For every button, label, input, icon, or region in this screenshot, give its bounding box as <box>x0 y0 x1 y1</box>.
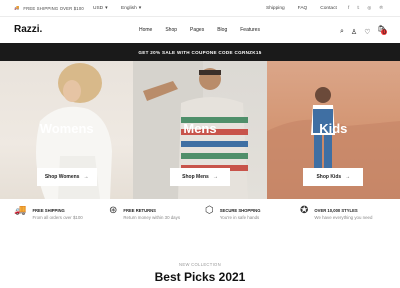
shipping-link[interactable]: Shipping <box>266 6 285 11</box>
category-banners: Womens Shop Womens → Mens Shop Mens → Ki… <box>0 61 400 199</box>
nav-home[interactable]: Home <box>139 27 152 33</box>
shop-mens-label: Shop Mens <box>182 174 209 180</box>
banner-mens-title: Mens <box>183 121 217 136</box>
feature-styles: ✪ OVER 10,000 STYLES We have everything … <box>300 205 372 220</box>
arrow-right-icon: → <box>212 174 218 180</box>
shop-womens-label: Shop Womens <box>44 174 80 180</box>
banner-kids[interactable]: Kids Shop Kids → <box>266 61 400 199</box>
language-selector[interactable]: English ▾ <box>121 6 141 11</box>
free-shipping-notice: 🚚 FREE SHIPPING OVER $100 <box>14 5 84 11</box>
search-icon[interactable]: ⌕ <box>340 28 344 36</box>
main-nav: Home Shop Pages Blog Features <box>139 27 260 33</box>
twitter-icon[interactable]: 𝕥 <box>357 5 359 11</box>
truck-icon: 🚚 <box>14 5 20 10</box>
feature-title: SECURE SHOPPING <box>219 208 261 213</box>
banner-womens-title: Womens <box>39 121 94 136</box>
feature-desc: From all orders over $100 <box>32 215 83 220</box>
feature-secure-shopping: ⬡ SECURE SHOPPING You're in safe hands <box>205 205 260 220</box>
dollar-coin-icon: ⊛ <box>109 205 118 216</box>
banner-kids-title: Kids <box>319 121 348 136</box>
main-header: Razzi. Home Shop Pages Blog Features ⌕ ♙… <box>0 17 400 43</box>
shop-kids-button[interactable]: Shop Kids → <box>303 168 364 186</box>
feature-desc: Return money within 30 days <box>123 215 181 220</box>
promo-bar: GET 20% SALE WITH COUPONE CODE CGRNZK15 <box>0 43 400 61</box>
language-label: English <box>121 5 137 11</box>
header-icons: ⌕ ♙ ♡ 🛍0 <box>340 25 388 39</box>
shop-mens-button[interactable]: Shop Mens → <box>169 168 230 186</box>
cart-icon[interactable]: 🛍0 <box>377 25 388 39</box>
top-links: Shipping FAQ Contact <box>266 6 337 11</box>
instagram-icon[interactable]: ◎ <box>367 5 371 11</box>
wishlist-icon[interactable]: ♡ <box>364 28 370 36</box>
shop-womens-button[interactable]: Shop Womens → <box>36 168 97 186</box>
feature-desc: You're in safe hands <box>219 215 260 220</box>
section-subtitle: NEW COLLECTION <box>179 262 221 267</box>
top-bar: 🚚 FREE SHIPPING OVER $100 USD ▾ English … <box>0 0 400 16</box>
currency-selector[interactable]: USD ▾ <box>93 6 108 11</box>
section-title: Best Picks 2021 <box>154 270 246 284</box>
contact-link[interactable]: Contact <box>320 6 337 11</box>
arrow-right-icon: → <box>83 174 89 180</box>
feature-desc: We have everything you need <box>314 215 373 220</box>
pinterest-icon[interactable]: ℗ <box>379 5 382 11</box>
award-icon: ✪ <box>300 205 309 216</box>
social-links: f 𝕥 ◎ ℗ <box>348 5 383 11</box>
collection-heading: NEW COLLECTION Best Picks 2021 <box>0 262 400 284</box>
box-icon: ⬡ <box>205 205 214 216</box>
banner-mens[interactable]: Mens Shop Mens → <box>133 61 267 199</box>
facebook-icon[interactable]: f <box>348 5 349 11</box>
chevron-down-icon: ▾ <box>105 5 108 11</box>
account-icon[interactable]: ♙ <box>351 28 357 36</box>
nav-blog[interactable]: Blog <box>217 27 227 33</box>
cart-count-badge: 0 <box>381 28 388 36</box>
chevron-down-icon: ▾ <box>138 5 142 11</box>
site-logo[interactable]: Razzi. <box>14 24 42 35</box>
shop-kids-label: Shop Kids <box>316 174 342 180</box>
feature-title: FREE RETURNS <box>123 208 156 213</box>
nav-shop[interactable]: Shop <box>165 27 177 33</box>
currency-label: USD <box>93 5 104 11</box>
feature-free-shipping: 🚚 FREE SHIPPING From all orders over $10… <box>14 205 83 220</box>
banner-womens[interactable]: Womens Shop Womens → <box>0 61 134 199</box>
feature-title: FREE SHIPPING <box>32 208 65 213</box>
nav-features[interactable]: Features <box>240 27 260 33</box>
free-shipping-text: FREE SHIPPING OVER $100 <box>23 5 84 11</box>
feature-free-returns: ⊛ FREE RETURNS Return money within 30 da… <box>109 205 180 220</box>
features-row: 🚚 FREE SHIPPING From all orders over $10… <box>0 205 400 233</box>
feature-title: OVER 10,000 STYLES <box>314 208 358 213</box>
nav-pages[interactable]: Pages <box>190 27 204 33</box>
arrow-right-icon: → <box>345 174 351 180</box>
truck-icon: 🚚 <box>14 205 27 216</box>
faq-link[interactable]: FAQ <box>298 6 308 11</box>
